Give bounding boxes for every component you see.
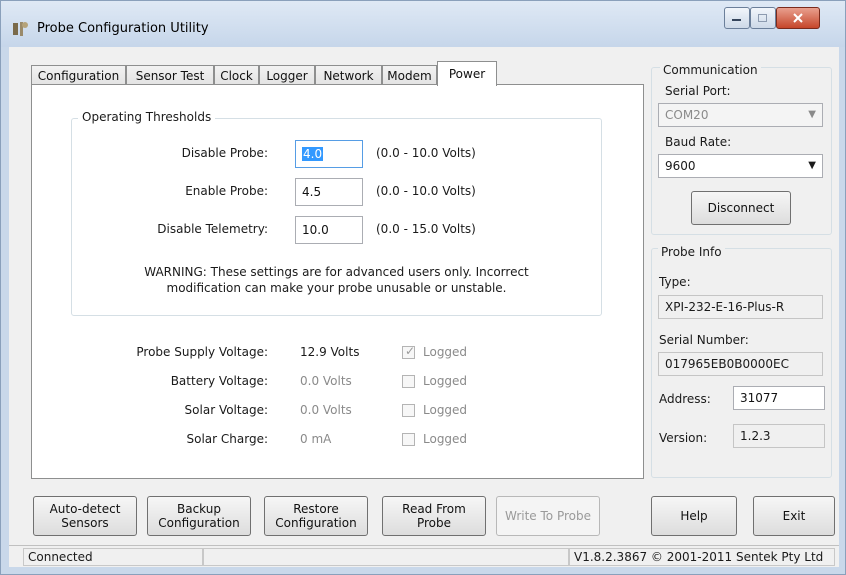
enable-probe-input[interactable]: 4.5 — [295, 178, 363, 206]
button-label: Backup — [177, 502, 221, 516]
serial-number-label: Serial Number: — [659, 333, 749, 347]
disconnect-label: Disconnect — [707, 201, 775, 215]
button-label: Help — [680, 509, 708, 523]
read-from-probe-button[interactable]: Read From Probe — [382, 496, 486, 536]
app-tools-icon — [13, 22, 28, 36]
title-bar[interactable]: Probe Configuration Utility — [1, 1, 845, 47]
close-button[interactable] — [776, 7, 820, 29]
button-label: Sensors — [61, 516, 109, 530]
status-version: V1.8.2.3867 © 2001-2011 Sentek Pty Ltd — [569, 548, 835, 566]
serial-port-value: COM20 — [665, 108, 709, 122]
solar-voltage-label: Solar Voltage: — [184, 403, 268, 417]
version-value: 1.2.3 — [733, 424, 825, 448]
client-area: Configuration Sensor Test Clock Logger N… — [9, 47, 839, 567]
disable-probe-label: Disable Probe: — [181, 146, 268, 160]
version-label: Version: — [659, 431, 708, 445]
battery-voltage-value: 0.0 Volts — [300, 374, 352, 388]
button-label: Configuration — [158, 516, 240, 530]
probe-supply-logged-label: Logged — [423, 345, 468, 359]
probe-supply-voltage-value: 12.9 Volts — [300, 345, 360, 359]
backup-configuration-button[interactable]: Backup Configuration — [147, 496, 251, 536]
solar-charge-logged-label: Logged — [423, 432, 468, 446]
button-label: Configuration — [275, 516, 357, 530]
button-label: Auto-detect — [49, 502, 121, 516]
button-label: Restore — [293, 502, 339, 516]
type-value: XPI-232-E-16-Plus-R — [658, 295, 823, 319]
tab-sensor-test[interactable]: Sensor Test — [126, 65, 214, 85]
tab-modem[interactable]: Modem — [382, 65, 437, 85]
maximize-button[interactable] — [750, 7, 776, 29]
tab-label: Modem — [387, 68, 432, 83]
button-label: Exit — [782, 509, 806, 523]
close-icon — [793, 13, 803, 23]
solar-charge-label: Solar Charge: — [186, 432, 269, 446]
operating-thresholds-title: Operating Thresholds — [78, 110, 216, 124]
status-connection: Connected — [23, 548, 203, 566]
tab-logger[interactable]: Logger — [259, 65, 315, 85]
window-title: Probe Configuration Utility — [37, 21, 209, 36]
disable-telemetry-label: Disable Telemetry: — [157, 222, 268, 236]
tab-label: Configuration — [37, 68, 120, 83]
minimize-button[interactable] — [724, 7, 750, 29]
chevron-down-icon: ▼ — [808, 109, 816, 120]
solar-voltage-logged-checkbox[interactable] — [402, 404, 415, 417]
tab-label: Power — [448, 67, 486, 81]
write-to-probe-button[interactable]: Write To Probe — [496, 496, 600, 536]
probe-supply-voltage-label: Probe Supply Voltage: — [136, 345, 268, 359]
communication-title: Communication — [660, 63, 761, 77]
solar-voltage-logged-label: Logged — [423, 403, 468, 417]
disable-telemetry-input[interactable]: 10.0 — [295, 216, 363, 244]
tab-configuration[interactable]: Configuration — [31, 65, 126, 85]
tab-label: Clock — [220, 68, 253, 83]
solar-charge-logged-checkbox[interactable] — [402, 433, 415, 446]
disable-probe-value: 4.0 — [302, 147, 324, 161]
check-icon: ✓ — [405, 344, 416, 358]
disable-telemetry-range: (0.0 - 15.0 Volts) — [376, 222, 476, 236]
serial-port-label: Serial Port: — [665, 84, 731, 98]
tab-network[interactable]: Network — [315, 65, 382, 85]
probe-supply-logged-checkbox[interactable]: ✓ — [402, 344, 416, 359]
power-tab-panel: Operating Thresholds Disable Probe: 4.0 … — [31, 84, 644, 479]
address-input[interactable]: 31077 — [733, 386, 825, 410]
baud-rate-value: 9600 — [665, 159, 696, 173]
exit-button[interactable]: Exit — [753, 496, 835, 536]
battery-logged-label: Logged — [423, 374, 468, 388]
disable-probe-input[interactable]: 4.0 — [295, 140, 363, 168]
status-empty-panel — [203, 548, 569, 566]
warning-line-2: modification can make your probe unusabl… — [166, 281, 507, 295]
enable-probe-label: Enable Probe: — [185, 184, 268, 198]
disconnect-button[interactable]: Disconnect — [691, 191, 791, 225]
tab-label: Network — [323, 68, 374, 83]
serial-number-value: 017965EB0B0000EC — [658, 352, 823, 376]
disable-probe-range: (0.0 - 10.0 Volts) — [376, 146, 476, 160]
minimize-icon — [732, 19, 741, 21]
button-label: Read From — [402, 502, 466, 516]
baud-rate-dropdown[interactable]: 9600 ▼ — [658, 154, 823, 178]
auto-detect-sensors-button[interactable]: Auto-detect Sensors — [33, 496, 137, 536]
warning-line-1: WARNING: These settings are for advanced… — [144, 265, 529, 279]
probe-info-title: Probe Info — [658, 245, 725, 259]
status-bar: Connected V1.8.2.3867 © 2001-2011 Sentek… — [9, 545, 839, 567]
serial-port-dropdown[interactable]: COM20 ▼ — [658, 103, 823, 127]
enable-probe-range: (0.0 - 10.0 Volts) — [376, 184, 476, 198]
battery-voltage-label: Battery Voltage: — [170, 374, 268, 388]
app-window: Probe Configuration Utility Configuratio… — [0, 0, 846, 575]
baud-rate-label: Baud Rate: — [665, 135, 732, 149]
solar-voltage-value: 0.0 Volts — [300, 403, 352, 417]
maximize-icon — [758, 13, 767, 22]
button-label: Write To Probe — [505, 509, 591, 523]
tab-label: Sensor Test — [135, 68, 205, 83]
restore-configuration-button[interactable]: Restore Configuration — [264, 496, 368, 536]
button-label: Probe — [416, 516, 452, 530]
help-button[interactable]: Help — [651, 496, 737, 536]
type-label: Type: — [659, 275, 691, 289]
address-label: Address: — [659, 392, 711, 406]
tab-clock[interactable]: Clock — [214, 65, 259, 85]
chevron-down-icon: ▼ — [808, 160, 816, 171]
solar-charge-value: 0 mA — [300, 432, 332, 446]
tab-label: Logger — [266, 68, 308, 83]
battery-logged-checkbox[interactable] — [402, 375, 415, 388]
tab-power[interactable]: Power — [437, 61, 497, 86]
